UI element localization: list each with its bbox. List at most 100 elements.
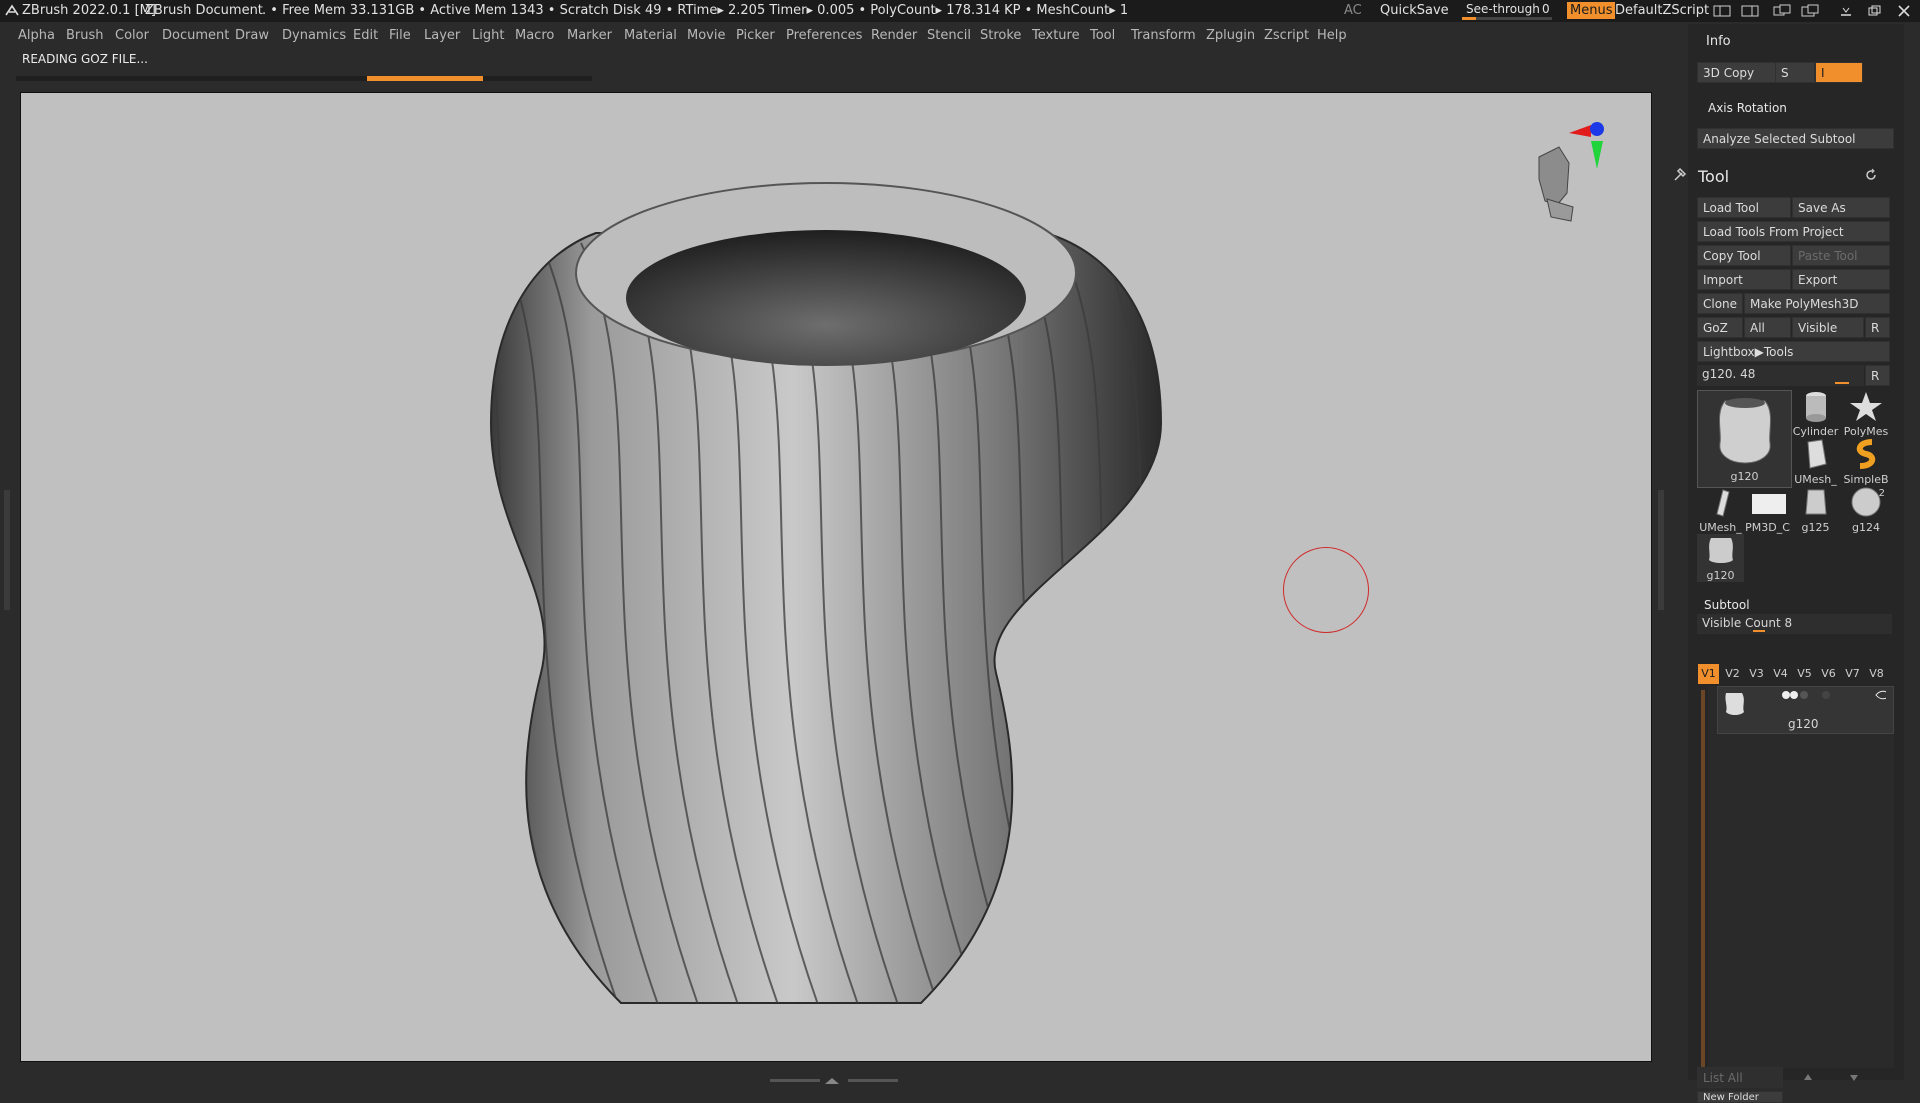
menu-movie[interactable]: Movie — [687, 28, 725, 43]
tool-slider-r-button[interactable]: R — [1865, 365, 1890, 386]
i-button[interactable]: I — [1815, 62, 1863, 83]
subtool-item-tools-icon[interactable] — [1766, 689, 1886, 701]
menu-zscript[interactable]: Zscript — [1264, 28, 1309, 43]
clone-button[interactable]: Clone — [1697, 293, 1743, 314]
menu-tool[interactable]: Tool — [1090, 28, 1115, 43]
orientation-gizmo-icon[interactable] — [1511, 117, 1621, 237]
menu-material[interactable]: Material — [624, 28, 677, 43]
menu-preferences[interactable]: Preferences — [786, 28, 862, 43]
ac-label[interactable]: AC — [1344, 3, 1362, 18]
analyze-subtool-button[interactable]: Analyze Selected Subtool — [1697, 128, 1894, 149]
menu-macro[interactable]: Macro — [515, 28, 554, 43]
quicksave-button[interactable]: QuickSave — [1380, 3, 1449, 18]
layout2-icon[interactable] — [1740, 4, 1760, 18]
lightbox-tools-button[interactable]: Lightbox▶Tools — [1697, 341, 1890, 362]
windows2-icon[interactable] — [1800, 3, 1822, 19]
move-up-icon[interactable] — [1802, 1072, 1814, 1084]
subtool-title[interactable]: Subtool — [1704, 598, 1750, 612]
maximize-icon[interactable] — [1866, 4, 1882, 18]
subtool-tab-v3[interactable]: V3 — [1746, 664, 1767, 684]
tool-thumb-g125[interactable]: g125 — [1792, 486, 1839, 534]
axis-rotation-label[interactable]: Axis Rotation — [1708, 101, 1787, 115]
goz-all-button[interactable]: All — [1744, 317, 1791, 338]
subtool-item[interactable]: g120 — [1717, 686, 1894, 734]
goz-button[interactable]: GoZ — [1697, 317, 1743, 338]
tool-slider[interactable]: g120. 48 — [1697, 365, 1864, 386]
list-all-button[interactable]: List All — [1697, 1067, 1783, 1088]
see-through-slider[interactable]: See-through 0 — [1460, 0, 1556, 22]
vase-model[interactable] — [21, 93, 1651, 1061]
move-down-icon[interactable] — [1848, 1072, 1860, 1084]
close-icon[interactable] — [1896, 4, 1912, 18]
tool-thumb-g120-main[interactable]: g120 — [1697, 390, 1792, 488]
goz-r-button[interactable]: R — [1865, 317, 1890, 338]
tool-thumb-simpleb[interactable]: SimpleB — [1841, 438, 1891, 486]
make-polymesh3d-button[interactable]: Make PolyMesh3D — [1744, 293, 1890, 314]
visible-count-marker — [1753, 630, 1765, 632]
subtool-tab-v6[interactable]: V6 — [1818, 664, 1839, 684]
document-title[interactable]: ZBrush Document — [145, 3, 263, 18]
info-title[interactable]: Info — [1706, 34, 1731, 49]
canvas-viewport[interactable] — [20, 92, 1652, 1062]
export-button[interactable]: Export — [1792, 269, 1890, 290]
menu-layer[interactable]: Layer — [424, 28, 460, 43]
windows-icon[interactable] — [1772, 3, 1794, 19]
tool-thumb-umesh1[interactable]: UMesh_ — [1792, 438, 1839, 486]
copy-tool-button[interactable]: Copy Tool — [1697, 245, 1791, 266]
menu-help[interactable]: Help — [1317, 28, 1347, 43]
tool-thumb-cylinder[interactable]: Cylinder — [1792, 390, 1839, 438]
zbrush-logo-icon[interactable] — [4, 3, 20, 19]
menu-color[interactable]: Color — [115, 28, 149, 43]
subtool-tab-v7[interactable]: V7 — [1842, 664, 1863, 684]
vase-thumb-icon — [1718, 398, 1771, 464]
menu-render[interactable]: Render — [871, 28, 917, 43]
menu-edit[interactable]: Edit — [353, 28, 378, 43]
menus-toggle[interactable]: Menus — [1567, 2, 1616, 19]
menu-stroke[interactable]: Stroke — [980, 28, 1021, 43]
left-tray-handle[interactable] — [4, 490, 10, 610]
right-tray-handle[interactable] — [1658, 490, 1664, 610]
subtool-tab-v8[interactable]: V8 — [1866, 664, 1887, 684]
subtool-tab-v4[interactable]: V4 — [1770, 664, 1791, 684]
s-button[interactable]: S — [1775, 62, 1815, 83]
g125-thumb-icon — [1804, 489, 1827, 515]
tool-thumb-umesh2[interactable]: UMesh_ — [1697, 486, 1744, 534]
menu-dynamics[interactable]: Dynamics — [282, 28, 346, 43]
menu-marker[interactable]: Marker — [567, 28, 612, 43]
visible-count-slider[interactable]: Visible Count 8 — [1697, 614, 1892, 634]
tool-thumb-g120-small[interactable]: g120 — [1697, 534, 1744, 582]
menu-brush[interactable]: Brush — [66, 28, 104, 43]
menu-alpha[interactable]: Alpha — [18, 28, 55, 43]
menu-light[interactable]: Light — [472, 28, 504, 43]
menu-file[interactable]: File — [389, 28, 411, 43]
subtool-scrollbar[interactable] — [1701, 690, 1705, 1068]
bottom-tray-handle[interactable] — [770, 1070, 900, 1084]
tool-thumb-polymesh[interactable]: PolyMes — [1841, 390, 1891, 438]
subtool-tab-v5[interactable]: V5 — [1794, 664, 1815, 684]
subtool-tab-v2[interactable]: V2 — [1722, 664, 1743, 684]
save-as-button[interactable]: Save As — [1792, 197, 1890, 218]
subtool-tab-v1[interactable]: V1 — [1698, 664, 1719, 684]
paste-tool-button[interactable]: Paste Tool — [1792, 245, 1890, 266]
new-folder-button[interactable]: New Folder — [1697, 1091, 1783, 1103]
reset-icon[interactable] — [1864, 168, 1878, 182]
3d-copy-button[interactable]: 3D Copy — [1697, 62, 1779, 83]
menu-texture[interactable]: Texture — [1032, 28, 1080, 43]
load-tools-from-project-button[interactable]: Load Tools From Project — [1697, 221, 1890, 242]
minimize-icon[interactable] — [1838, 4, 1854, 18]
menu-document[interactable]: Document — [162, 28, 229, 43]
tool-thumb-pm3d[interactable]: PM3D_C — [1744, 486, 1791, 534]
import-button[interactable]: Import — [1697, 269, 1791, 290]
layout-icon[interactable] — [1712, 4, 1732, 18]
default-zscript-button[interactable]: DefaultZScript — [1615, 3, 1709, 18]
menu-stencil[interactable]: Stencil — [927, 28, 971, 43]
menu-draw[interactable]: Draw — [235, 28, 269, 43]
tool-title[interactable]: Tool — [1698, 167, 1729, 186]
star-thumb-icon — [1850, 392, 1882, 421]
load-tool-button[interactable]: Load Tool — [1697, 197, 1791, 218]
goz-visible-button[interactable]: Visible — [1792, 317, 1864, 338]
tool-thumb-g124[interactable]: 2 g124 — [1841, 486, 1891, 534]
menu-picker[interactable]: Picker — [736, 28, 775, 43]
menu-transform[interactable]: Transform — [1131, 28, 1196, 43]
menu-zplugin[interactable]: Zplugin — [1206, 28, 1255, 43]
